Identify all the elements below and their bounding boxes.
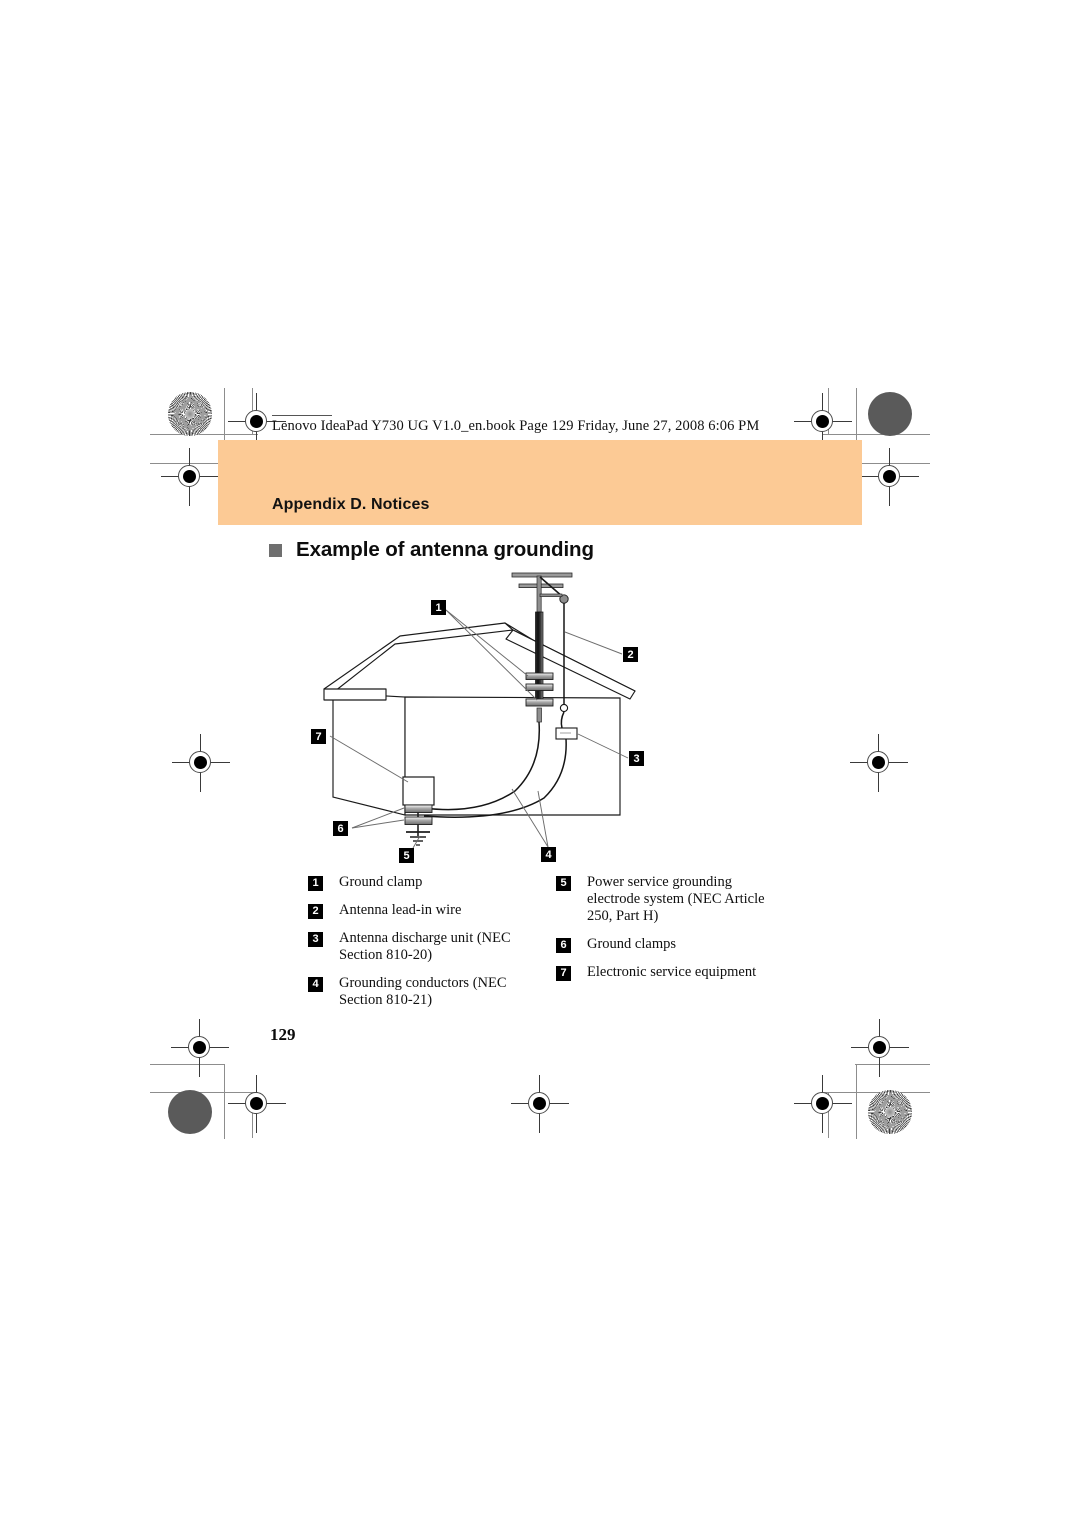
chapter-title: Appendix D. Notices xyxy=(272,496,430,513)
svg-text:4: 4 xyxy=(545,849,552,861)
house-roof xyxy=(323,622,636,701)
registration-target-bottom-right xyxy=(794,1075,852,1133)
header-rule xyxy=(272,415,332,416)
legend-number-4: 4 xyxy=(308,977,323,992)
legend-text-2: Antenna lead-in wire xyxy=(339,902,462,918)
legend-item-1: 1 Ground clamp xyxy=(308,874,548,891)
registration-target-upper-left xyxy=(161,448,219,506)
legend-text-4: Grounding conductors (NEC Section 810-21… xyxy=(339,975,507,1008)
diagram-svg: 1 2 3 4 5 6 7 xyxy=(311,572,644,863)
page-number: 129 xyxy=(270,1025,296,1044)
density-mark-starburst-top-left xyxy=(168,392,212,436)
callout-1: 1 xyxy=(431,600,446,615)
callout-6: 6 xyxy=(333,821,348,836)
mast-ground-clamps xyxy=(525,672,554,707)
registration-target-upper-right xyxy=(861,448,919,506)
registration-target-bottom-left xyxy=(228,1075,286,1133)
page-sheet: Lenovo IdeaPad Y730 UG V1.0_en.book Page… xyxy=(0,0,1080,1527)
electronic-service-equipment xyxy=(402,776,435,806)
legend-column-left: 1 Ground clamp 2 Antenna lead-in wire 3 … xyxy=(308,874,548,1020)
square-bullet-icon xyxy=(269,543,282,557)
legend-number-3: 3 xyxy=(308,932,323,947)
registration-target-lower-right xyxy=(851,1019,909,1077)
legend-text-6: Ground clamps xyxy=(587,936,676,952)
legend-item-5: 5 Power service grounding electrode syst… xyxy=(556,874,778,925)
legend-number-1: 1 xyxy=(308,876,323,891)
legend-number-6: 6 xyxy=(556,938,571,953)
legend-item-2: 2 Antenna lead-in wire xyxy=(308,902,548,919)
registration-target-bottom-center xyxy=(511,1075,569,1133)
svg-text:2: 2 xyxy=(627,649,633,661)
section-heading-text: Example of antenna grounding xyxy=(296,538,594,561)
density-mark-solid-top-right xyxy=(868,392,912,436)
legend-text-7: Electronic service equipment xyxy=(587,964,757,980)
legend-column-right: 5 Power service grounding electrode syst… xyxy=(556,874,778,992)
svg-text:3: 3 xyxy=(633,753,639,765)
legend-item-3: 3 Antenna discharge unit (NEC Section 81… xyxy=(308,930,548,964)
legend-text-5: Power service grounding electrode system… xyxy=(587,874,765,924)
svg-text:6: 6 xyxy=(337,823,343,835)
legend-item-6: 6 Ground clamps xyxy=(556,936,778,953)
density-mark-starburst-bottom-right xyxy=(868,1090,912,1134)
registration-target-mid-right xyxy=(850,734,908,792)
legend-text-3: Antenna discharge unit (NEC Section 810-… xyxy=(339,930,511,963)
legend-number-2: 2 xyxy=(308,904,323,919)
registration-target-lower-left xyxy=(171,1019,229,1077)
legend-number-7: 7 xyxy=(556,966,571,981)
legend-text-1: Ground clamp xyxy=(339,874,423,890)
callout-2: 2 xyxy=(623,647,638,662)
callout-3: 3 xyxy=(629,751,644,766)
callout-5: 5 xyxy=(399,848,414,863)
callout-4: 4 xyxy=(541,847,556,862)
legend-item-7: 7 Electronic service equipment xyxy=(556,964,778,981)
section-heading: Example of antenna grounding xyxy=(269,538,594,562)
density-mark-solid-bottom-left xyxy=(168,1090,212,1134)
antenna-grounding-diagram: 1 2 3 4 5 6 7 xyxy=(300,560,700,880)
svg-text:1: 1 xyxy=(435,602,441,614)
registration-target-mid-left xyxy=(172,734,230,792)
callout-7: 7 xyxy=(311,729,326,744)
antenna-discharge-unit xyxy=(555,727,578,740)
legend-item-4: 4 Grounding conductors (NEC Section 810-… xyxy=(308,975,548,1009)
house-body xyxy=(332,692,621,816)
legend-number-5: 5 xyxy=(556,876,571,891)
svg-text:5: 5 xyxy=(403,850,409,862)
running-header: Lenovo IdeaPad Y730 UG V1.0_en.book Page… xyxy=(272,418,760,434)
svg-text:7: 7 xyxy=(315,731,321,743)
